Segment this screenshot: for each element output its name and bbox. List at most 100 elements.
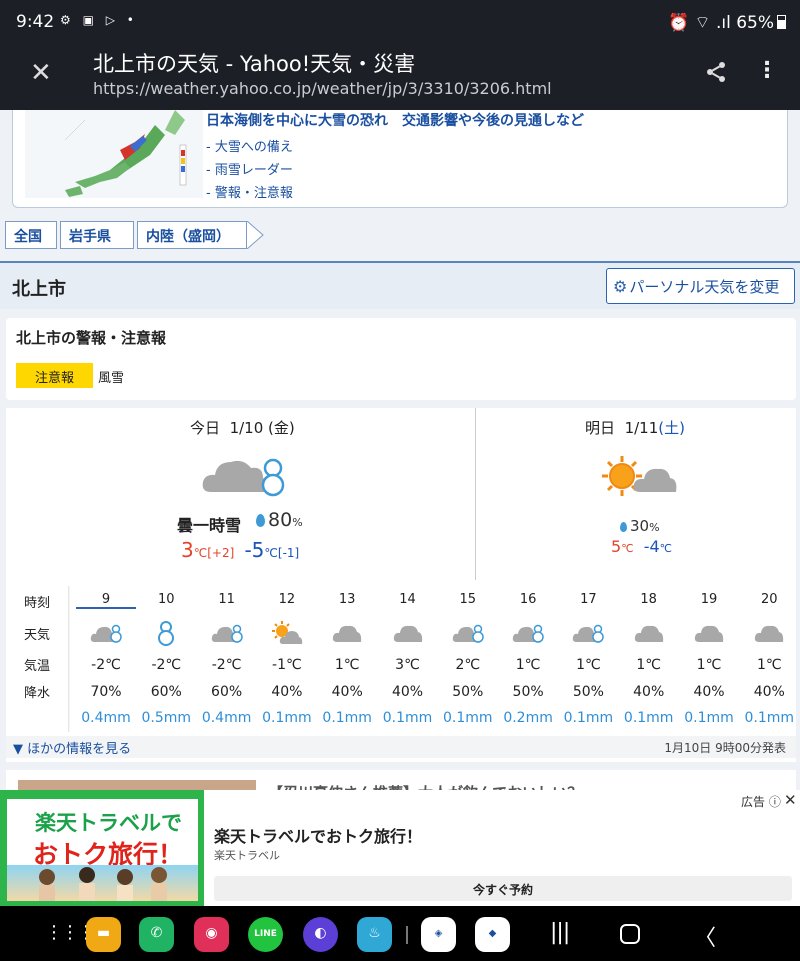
today-high: 3 xyxy=(181,538,194,562)
hour-temp: 2℃ xyxy=(455,657,481,673)
cloud-snow-icon xyxy=(572,620,605,646)
city-name: 北上市 xyxy=(12,279,66,300)
hourly-column: 16 1℃ 50% 0.2mm xyxy=(498,586,558,732)
browser-app-icon[interactable]: ◐ xyxy=(303,917,338,952)
ad-banner[interactable]: 楽天トラベルで おトク旅行！ 楽天トラベルでおトク旅行！ 楽天トラベル 今すぐ予… xyxy=(0,790,800,906)
line-app-icon[interactable]: LINE xyxy=(248,917,283,952)
hour-label: 13 xyxy=(338,592,356,607)
tomorrow-day: (土) xyxy=(658,419,685,437)
row-label-temp: 気温 xyxy=(24,659,51,674)
personal-weather-button[interactable]: ⚙ パーソナル天気を変更 xyxy=(606,268,795,304)
warnings-link[interactable]: - 警報・注意報 xyxy=(206,182,293,201)
recent-app-2-icon[interactable]: ◆ xyxy=(475,917,510,952)
tomorrow-low-unit: ℃ xyxy=(659,542,673,555)
browser-toolbar: ✕ 北上市の天気 - Yahoo!天気・災害 https://weather.y… xyxy=(0,44,800,110)
today-pop: 80% xyxy=(256,509,303,531)
rain-snow-radar-link[interactable]: - 雨雪レーダー xyxy=(206,159,293,178)
share-icon[interactable] xyxy=(704,60,728,84)
ad-close-icon[interactable]: ✕ xyxy=(784,791,797,809)
tomorrow-pop-unit: % xyxy=(649,521,660,534)
hourly-forecast[interactable]: 時刻 天気 気温 降水 9 -2℃ 70% 0.4mm 10 -2℃ 60% 0.5mm 11 -… xyxy=(6,586,796,732)
ad-title[interactable]: 楽天トラベルでおトク旅行！ xyxy=(214,823,422,847)
tomorrow-high-unit: ℃ xyxy=(621,542,634,555)
japan-map-image[interactable] xyxy=(25,110,203,198)
today-low-unit: ℃ xyxy=(264,546,278,560)
hour-label: 12 xyxy=(278,592,296,607)
hour-temp: 1℃ xyxy=(636,657,661,673)
back-button-icon[interactable]: 〈 xyxy=(694,920,716,952)
hour-pop: 50% xyxy=(512,684,544,700)
hour-temp: -2℃ xyxy=(151,657,182,673)
hour-precip-mm: 0.1mm xyxy=(322,710,372,726)
hour-precip-mm: 0.4mm xyxy=(201,710,252,726)
hour-precip-mm: 0.1mm xyxy=(684,710,734,726)
more-menu-icon[interactable]: ⋮ xyxy=(756,58,778,83)
hour-precip-mm: 0.4mm xyxy=(81,710,131,726)
camera-app-icon[interactable]: ◉ xyxy=(194,917,229,952)
ad-label[interactable]: 広告 ⓘ xyxy=(741,793,781,810)
row-label-hour: 時刻 xyxy=(24,596,51,611)
breadcrumb-item-iwate[interactable]: 岩手県 xyxy=(60,221,134,249)
tomorrow-high: 5 xyxy=(611,537,622,556)
cloud-snow-icon xyxy=(211,620,243,646)
advisory-text: 風雪 xyxy=(98,371,125,386)
more-info-link[interactable]: ▼ ほかの情報を見る xyxy=(13,738,131,757)
hourly-column: 12 -1℃ 40% 0.1mm xyxy=(257,586,317,732)
sun-cloud-icon xyxy=(271,620,303,646)
breadcrumb-item-inland[interactable]: 内陸（盛岡） xyxy=(137,221,247,249)
column-divider xyxy=(68,586,70,732)
warning-card: 北上市の警報・注意報 注意報 風雪 xyxy=(6,318,796,400)
url-text[interactable]: https://weather.yahoo.co.jp/weather/jp/3… xyxy=(93,79,552,98)
cloud-icon xyxy=(693,620,725,646)
recent-app-1-icon[interactable]: ◈ xyxy=(421,917,456,952)
ad-beach-scene xyxy=(7,865,198,901)
hour-label: 9 xyxy=(76,592,136,609)
hour-pop: 40% xyxy=(391,684,424,700)
hourly-column: 18 1℃ 40% 0.1mm xyxy=(619,586,679,732)
breadcrumb-item-national[interactable]: 全国 xyxy=(5,221,57,249)
page-title: 北上市の天気 - Yahoo!天気・災害 xyxy=(93,52,416,76)
cloud-snow-icon xyxy=(452,620,484,646)
advisory-badge[interactable]: 注意報 xyxy=(16,363,93,388)
hourly-column: 15 2℃ 50% 0.1mm xyxy=(438,586,498,732)
hour-temp: 1℃ xyxy=(334,657,360,673)
ad-image[interactable]: 楽天トラベルで おトク旅行！ xyxy=(0,790,204,906)
system-icons: ⏰ ⌔ .ıl xyxy=(667,13,731,33)
hourly-column: 14 3℃ 40% 0.1mm xyxy=(378,586,438,732)
tomorrow-temps: 5℃ -4℃ xyxy=(611,537,672,556)
close-tab-icon[interactable]: ✕ xyxy=(30,58,52,88)
hour-precip-mm: 0.2mm xyxy=(503,710,553,726)
cloud-icon xyxy=(633,620,665,646)
today-date: 1/10 (金) xyxy=(229,419,295,437)
recents-button-icon[interactable]: ||| xyxy=(550,920,570,945)
status-right: ⏰ ⌔ .ıl 65% xyxy=(668,12,786,33)
hour-pop: 40% xyxy=(753,684,785,700)
today-pop-unit: % xyxy=(292,516,303,529)
hour-pop: 60% xyxy=(150,684,182,700)
tomorrow-date: 1/11 xyxy=(624,419,659,437)
home-button-icon[interactable] xyxy=(620,924,640,944)
tomorrow-pop: 30% xyxy=(620,516,660,535)
phone-app-icon[interactable]: ✆ xyxy=(139,917,174,952)
reserve-now-button[interactable]: 今すぐ予約 xyxy=(214,876,792,901)
bank-app-icon[interactable]: ♨ xyxy=(357,917,392,952)
hourly-column: 13 1℃ 40% 0.1mm xyxy=(317,586,377,732)
files-app-icon[interactable]: ▬ xyxy=(86,917,121,952)
hourly-column: 17 1℃ 50% 0.1mm xyxy=(558,586,618,732)
snow-preparation-link[interactable]: - 大雪への備え xyxy=(206,136,293,155)
forecast-card: 今日 1/10 (金) 曇一時雪 80% 3℃[+2] -5℃[-1] 明日 1… xyxy=(6,408,796,762)
hour-pop: 50% xyxy=(572,684,604,700)
today-high-unit: ℃ xyxy=(193,546,208,560)
breadcrumb-arrow-icon xyxy=(247,221,264,249)
status-bar: 9:42 ⚙ ▣ ▷ • ⏰ ⌔ .ıl 65% xyxy=(0,0,800,44)
hourly-column: 19 1℃ 40% 0.1mm xyxy=(679,586,739,732)
tomorrow-header: 明日 1/11(土) xyxy=(585,417,685,438)
hourly-column: 20 1℃ 40% 0.1mm xyxy=(739,586,799,732)
hourly-column: 11 -2℃ 60% 0.4mm xyxy=(197,586,257,732)
row-label-weather: 天気 xyxy=(24,628,51,643)
ad-source: 楽天トラベル xyxy=(214,849,280,862)
hour-pop: 50% xyxy=(452,684,484,700)
hour-temp: 1℃ xyxy=(576,657,601,673)
news-headline-link[interactable]: 日本海側を中心に大雪の恐れ 交通影響や今後の見通しなど xyxy=(206,110,584,130)
status-time: 9:42 xyxy=(16,12,55,32)
